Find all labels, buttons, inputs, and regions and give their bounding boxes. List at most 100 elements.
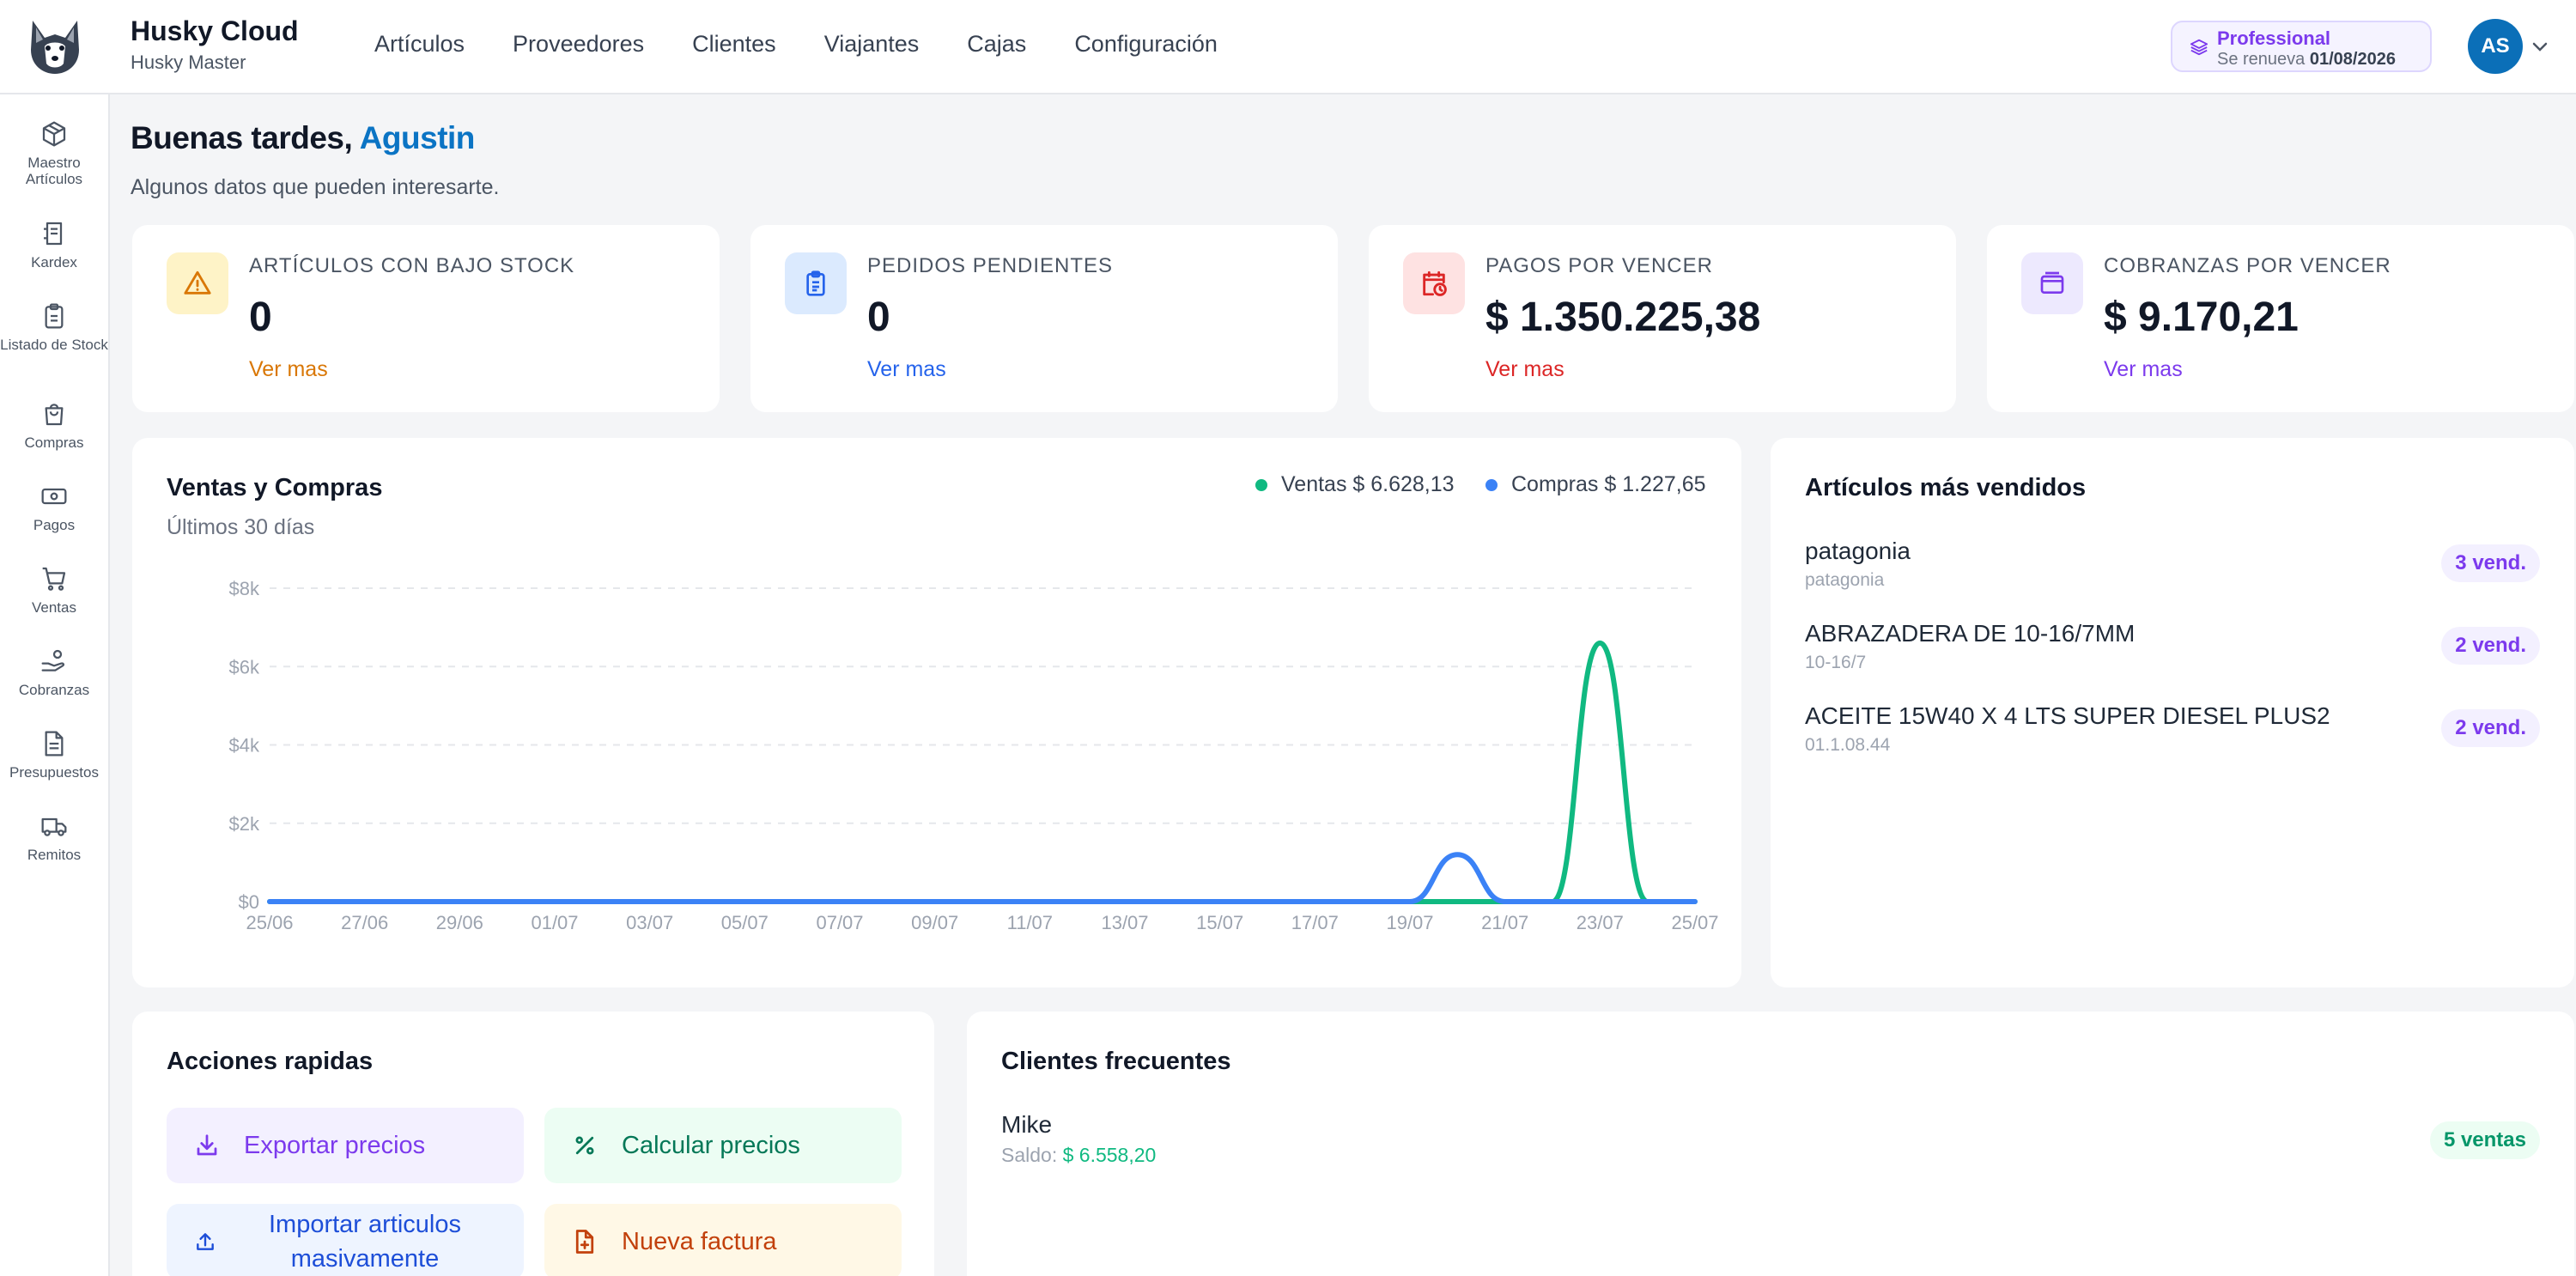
export-prices-button[interactable]: Exportar precios (167, 1108, 524, 1183)
sidebar-item-label: Ventas (32, 599, 76, 616)
plan-badge[interactable]: Professional Se renueva 01/08/2026 (2171, 21, 2432, 72)
stat-icon-box (1403, 252, 1465, 314)
x-tick-label: 29/06 (436, 912, 483, 933)
plan-renew-date: 01/08/2026 (2309, 50, 2396, 69)
client-row[interactable]: Mike Saldo: $ 6.558,20 (1001, 1111, 1156, 1167)
sold-count-badge: 3 vend. (2441, 544, 2540, 582)
y-tick-label: $2k (229, 813, 260, 835)
sidebar-item-ventas[interactable]: Ventas (0, 565, 108, 616)
series-line-compras (267, 852, 1698, 904)
x-tick-label: 11/07 (1007, 912, 1053, 933)
y-tick-label: $4k (229, 735, 260, 756)
ver-mas-link[interactable]: Ver mas (2104, 357, 2183, 382)
sidebar-item-label: Presupuestos (9, 764, 99, 781)
frequent-clients-title: Clientes frecuentes (1001, 1048, 1231, 1075)
clipboard-icon (45, 303, 64, 329)
sidebar-item-label: Kardex (31, 254, 77, 270)
main-nav: Artículos Proveedores Clientes Viajantes… (374, 31, 1218, 58)
hand-coins-icon (41, 649, 65, 671)
sidebar-item-cobranzas[interactable]: Cobranzas (0, 647, 108, 698)
nav-viajantes[interactable]: Viajantes (824, 31, 920, 58)
sidebar-item-label: Pagos (33, 517, 76, 533)
nav-cajas[interactable]: Cajas (967, 31, 1026, 58)
ver-mas-link[interactable]: Ver mas (249, 357, 328, 382)
list-item[interactable]: ABRAZADERA DE 10-16/7MM 10-16/7 (1805, 620, 2135, 673)
x-tick-label: 15/07 (1196, 912, 1243, 933)
user-name: Agustin (359, 120, 476, 155)
y-tick-label: $0 (239, 891, 259, 913)
sidebar-item-remitos[interactable]: Remitos (0, 812, 108, 863)
greeting-prefix: Buenas tardes, (131, 120, 353, 155)
top-bar: Husky Cloud Husky Master Artículos Prove… (0, 0, 2576, 94)
client-name: Mike (1001, 1111, 1053, 1138)
nav-articulos[interactable]: Artículos (374, 31, 465, 58)
x-tick-label: 25/07 (1671, 912, 1718, 933)
stat-icon-box (785, 252, 847, 314)
sold-count-badge: 2 vend. (2441, 709, 2540, 747)
y-tick-label: $6k (229, 656, 260, 677)
download-icon (197, 1134, 217, 1156)
x-tick-label: 21/07 (1481, 912, 1528, 933)
sidebar-item-pagos[interactable]: Pagos (0, 483, 108, 533)
ver-mas-link[interactable]: Ver mas (867, 357, 946, 382)
article-name: ABRAZADERA DE 10-16/7MM (1805, 620, 2136, 647)
avatar[interactable]: AS (2468, 19, 2523, 74)
x-tick-label: 13/07 (1101, 912, 1148, 933)
top-articles-title: Artículos más vendidos (1805, 474, 2087, 501)
sidebar-item-label: Remitos (27, 847, 82, 863)
package-icon (42, 121, 66, 147)
nav-configuracion[interactable]: Configuración (1074, 31, 1218, 58)
x-tick-label: 03/07 (626, 912, 673, 933)
x-tick-label: 27/06 (341, 912, 388, 933)
sales-line-chart: $0 $2k $4k $6k $8k 25/06 27/06 29/06 01/07 03/07 0… (229, 578, 1719, 933)
percent-icon (575, 1136, 594, 1155)
quick-actions-card: Acciones rapidas Exportar precios Calcul… (132, 1012, 934, 1276)
new-invoice-button[interactable]: Nueva factura (544, 1204, 902, 1276)
x-tick-label: 17/07 (1291, 912, 1339, 933)
calculate-prices-button[interactable]: Calcular precios (544, 1108, 902, 1183)
sidebar-item-label: Listado de Stock (0, 337, 108, 353)
stat-value: $ 1.350.225,38 (1485, 295, 1761, 340)
calendar-clock-icon (1423, 270, 1447, 296)
shopping-bag-icon (45, 404, 64, 426)
article-name: patagonia (1805, 538, 1911, 564)
nav-clientes[interactable]: Clientes (692, 31, 776, 58)
stat-card-collections-due: COBRANZAS POR VENCER $ 9.170,21 Ver mas (1987, 225, 2574, 412)
sales-count-badge: 5 ventas (2429, 1121, 2540, 1159)
sidebar-item-listado-stock[interactable]: Listado de Stock (0, 302, 108, 353)
new-invoice-label: Nueva factura (622, 1227, 777, 1255)
article-code: patagonia (1805, 570, 1885, 590)
plan-name: Professional (2217, 27, 2331, 49)
export-prices-label: Exportar precios (244, 1131, 426, 1159)
sidebar-item-maestro-articulos[interactable]: Maestro Artículos (0, 120, 108, 187)
sidebar-item-presupuestos[interactable]: Presupuestos (0, 730, 108, 781)
chevron-down-icon[interactable] (2530, 36, 2550, 57)
quick-actions-title: Acciones rapidas (167, 1048, 374, 1075)
upload-icon (197, 1233, 214, 1250)
list-item[interactable]: ACEITE 15W40 X 4 LTS SUPER DIESEL PLUS2 … (1805, 702, 2330, 756)
stat-card-pending-orders: PEDIDOS PENDIENTES 0 Ver mas (750, 225, 1338, 412)
app-title: Husky Cloud (131, 15, 299, 46)
cart-icon (42, 567, 66, 591)
sidebar: Maestro Artículos Kardex Listado de Stoc… (0, 94, 110, 1276)
plan-renew-label: Se renueva (2217, 50, 2306, 69)
balance-value: $ 6.558,20 (1062, 1144, 1157, 1166)
sidebar-item-kardex[interactable]: Kardex (0, 220, 108, 270)
stat-value: 0 (867, 295, 890, 340)
article-name: ACEITE 15W40 X 4 LTS SUPER DIESEL PLUS2 (1805, 702, 2330, 729)
y-tick-label: $8k (229, 578, 260, 599)
x-tick-label: 23/07 (1577, 912, 1624, 933)
ver-mas-link[interactable]: Ver mas (1485, 357, 1564, 382)
stat-label: PEDIDOS PENDIENTES (867, 254, 1114, 277)
nav-proveedores[interactable]: Proveedores (513, 31, 644, 58)
list-item[interactable]: patagonia patagonia (1805, 538, 1911, 591)
series-line-ventas (267, 640, 1698, 904)
x-tick-label: 25/06 (246, 912, 293, 933)
sold-count-badge: 2 vend. (2441, 627, 2540, 665)
truck-icon (41, 817, 67, 836)
layers-icon (2190, 39, 2208, 56)
husky-logo[interactable] (24, 15, 86, 77)
x-tick-label: 19/07 (1386, 912, 1433, 933)
bulk-import-button[interactable]: Importar articulos masivamente (167, 1204, 524, 1276)
sidebar-item-compras[interactable]: Compras (0, 400, 108, 451)
